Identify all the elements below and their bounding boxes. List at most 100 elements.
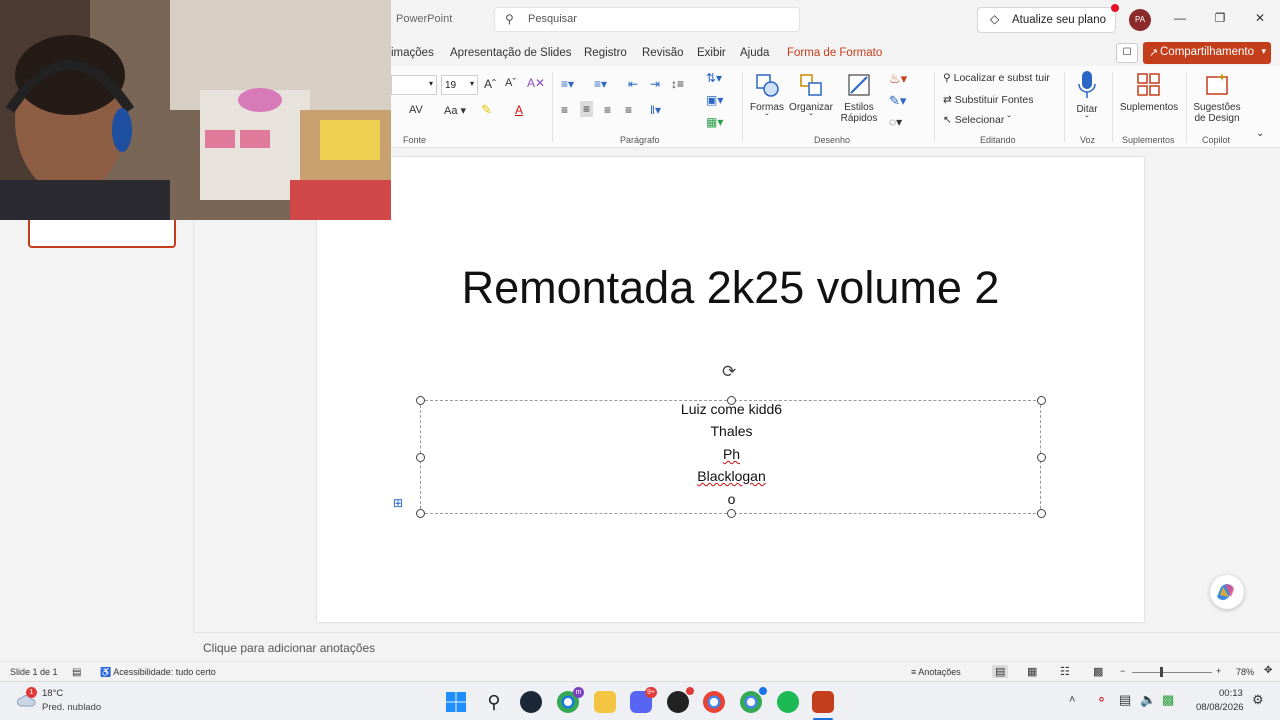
shrink-font-icon[interactable]: Aˇ (505, 77, 516, 89)
grow-font-icon[interactable]: Aˆ (484, 77, 496, 91)
tray-volume-icon[interactable]: 🔈 (1140, 692, 1156, 708)
character-spacing-icon[interactable]: AV (409, 104, 423, 116)
close-icon[interactable]: ✕ (1250, 11, 1270, 29)
increase-indent-icon[interactable]: ⇥ (650, 77, 660, 91)
shape-effects-icon[interactable]: ◌▾ (889, 115, 902, 129)
tray-network-icon[interactable]: ▤ (1119, 692, 1131, 708)
steam-icon[interactable] (520, 691, 542, 713)
columns-icon[interactable]: ‖▾ (650, 103, 661, 117)
change-case-icon[interactable]: Aa ▾ (444, 104, 466, 117)
tab-view[interactable]: Exibir (697, 47, 726, 59)
upgrade-plan-button[interactable]: ◇ Atualize seu plano (977, 7, 1116, 33)
weather-icon[interactable]: 1 (16, 687, 38, 709)
resize-handle[interactable] (727, 509, 736, 518)
resize-handle[interactable] (1037, 396, 1046, 405)
chrome-icon[interactable] (703, 691, 725, 713)
spotify-icon[interactable] (777, 691, 799, 713)
select-button[interactable]: ↖ Selecionar ˇ (943, 114, 1011, 126)
content-textbox[interactable]: Luiz come kidd6 Thales Ph Blacklogan o (416, 396, 1046, 518)
slide-canvas[interactable]: Remontada 2k25 volume 2 Luiz come kidd6 … (317, 157, 1144, 622)
line-spacing-icon[interactable]: ↕≡ (671, 77, 684, 91)
tab-animations[interactable]: imações (391, 47, 434, 59)
tab-shape-format[interactable]: Forma de Formato (787, 47, 882, 59)
rotate-handle-icon[interactable]: ⟳ (722, 362, 736, 382)
text-direction-icon[interactable]: ⇅▾ (706, 71, 722, 85)
align-center-icon[interactable]: ≡ (580, 101, 594, 117)
resize-handle[interactable] (416, 509, 425, 518)
zoom-level[interactable]: 78% (1236, 667, 1254, 677)
tab-slideshow[interactable]: Apresentação de Slides (450, 47, 571, 59)
notifications-icon[interactable]: ⚙ (1252, 692, 1264, 708)
fit-to-window-icon[interactable]: ✥ (1264, 665, 1272, 676)
tray-battery-icon[interactable]: ▩ (1162, 692, 1174, 708)
quick-styles-button[interactable]: Estilos Rápidos (836, 72, 882, 124)
zoom-slider-thumb[interactable] (1160, 667, 1163, 677)
notes-button[interactable]: ≡ Anotações (911, 667, 961, 677)
tray-mic-icon[interactable]: ⚬ (1096, 692, 1107, 708)
app-icon[interactable] (667, 687, 694, 713)
replace-fonts-button[interactable]: ⇄ Substituir Fontes (943, 94, 1034, 106)
design-ideas-button[interactable]: Sugestões de Design (1190, 72, 1244, 124)
chrome-profile-icon[interactable]: m (557, 687, 584, 713)
resize-handle[interactable] (727, 396, 736, 405)
slide-thumbnail[interactable] (28, 216, 176, 248)
avatar[interactable]: PA (1129, 9, 1151, 31)
slide-title[interactable]: Remontada 2k25 volume 2 (317, 262, 1144, 314)
highlight-icon[interactable]: ✎ (481, 102, 492, 118)
clock-time[interactable]: 00:13 (1219, 688, 1243, 699)
comment-icon[interactable]: ☐ (1116, 43, 1138, 63)
ribbon-expand-icon[interactable]: ⌄ (1256, 128, 1264, 139)
reading-view-icon[interactable]: ☷ (1060, 665, 1070, 678)
maximize-icon[interactable]: ❐ (1210, 11, 1230, 29)
shape-outline-icon[interactable]: ✎▾ (889, 93, 906, 109)
font-size-select[interactable]: 19 ▾ (441, 75, 478, 95)
arrange-button[interactable]: Organizar ˇ (788, 72, 834, 124)
zoom-in-icon[interactable]: + (1216, 666, 1221, 676)
find-replace-button[interactable]: ⚲ Localizar e subst tuir (943, 72, 1050, 84)
notes-pane[interactable]: Clique para adicionar anotações (194, 632, 1280, 661)
text-line-content: Ph (722, 446, 741, 462)
justify-icon[interactable]: ≡ (625, 103, 632, 117)
tab-record[interactable]: Registro (584, 47, 627, 59)
slide-sorter-icon[interactable]: ▦ (1027, 665, 1037, 678)
discord-icon[interactable]: 9+ (630, 687, 657, 713)
start-icon[interactable] (445, 691, 467, 713)
align-right-icon[interactable]: ≡ (604, 103, 611, 117)
powerpoint-icon[interactable] (812, 691, 834, 713)
search-box[interactable]: ⚲ Pesquisar (494, 7, 800, 32)
resize-handle[interactable] (1037, 453, 1046, 462)
resize-handle[interactable] (416, 453, 425, 462)
taskbar-search-icon[interactable]: ⚲ (483, 691, 505, 713)
shapes-button[interactable]: Formas ˇ (749, 72, 785, 124)
bullets-icon[interactable]: ≡▾ (561, 77, 574, 91)
tab-review[interactable]: Revisão (642, 47, 684, 59)
font-color-icon[interactable]: A (515, 103, 523, 117)
decrease-indent-icon[interactable]: ⇤ (628, 77, 638, 91)
resize-handle[interactable] (416, 396, 425, 405)
chrome-profile-2-icon[interactable] (740, 687, 767, 713)
share-button[interactable]: ↗ Compartilhamento ▾ (1143, 42, 1271, 64)
tab-help[interactable]: Ajuda (740, 47, 769, 59)
font-family-select[interactable]: ▾ (391, 75, 437, 95)
align-text-icon[interactable]: ▣▾ (706, 93, 723, 107)
shape-fill-icon[interactable]: ♨▾ (889, 71, 907, 87)
normal-view-icon[interactable]: ▤ (992, 665, 1009, 678)
spellcheck-icon[interactable]: ▤ (72, 667, 81, 678)
resize-handle[interactable] (1037, 509, 1046, 518)
clear-format-icon[interactable]: A✕ (527, 76, 545, 90)
slideshow-icon[interactable]: ▩ (1093, 665, 1103, 678)
zoom-slider[interactable] (1132, 672, 1212, 673)
dictate-button[interactable]: Ditar ˇ (1070, 70, 1104, 126)
addins-button[interactable]: Suplementos (1118, 72, 1180, 113)
clock-date[interactable]: 08/08/2026 (1196, 702, 1244, 713)
zoom-out-icon[interactable]: − (1120, 666, 1125, 676)
layout-options-icon[interactable]: ⊞ (393, 496, 403, 510)
smartart-icon[interactable]: ▦▾ (706, 115, 723, 129)
file-explorer-icon[interactable] (594, 691, 616, 713)
tray-chevron-icon[interactable]: ˄ (1069, 694, 1075, 706)
align-left-icon[interactable]: ≡ (561, 103, 568, 117)
copilot-button[interactable] (1210, 575, 1244, 609)
accessibility-button[interactable]: ♿ Acessibilidade: tudo certo (100, 667, 216, 678)
minimize-icon[interactable]: — (1170, 11, 1190, 29)
numbering-icon[interactable]: ≡▾ (594, 77, 607, 91)
